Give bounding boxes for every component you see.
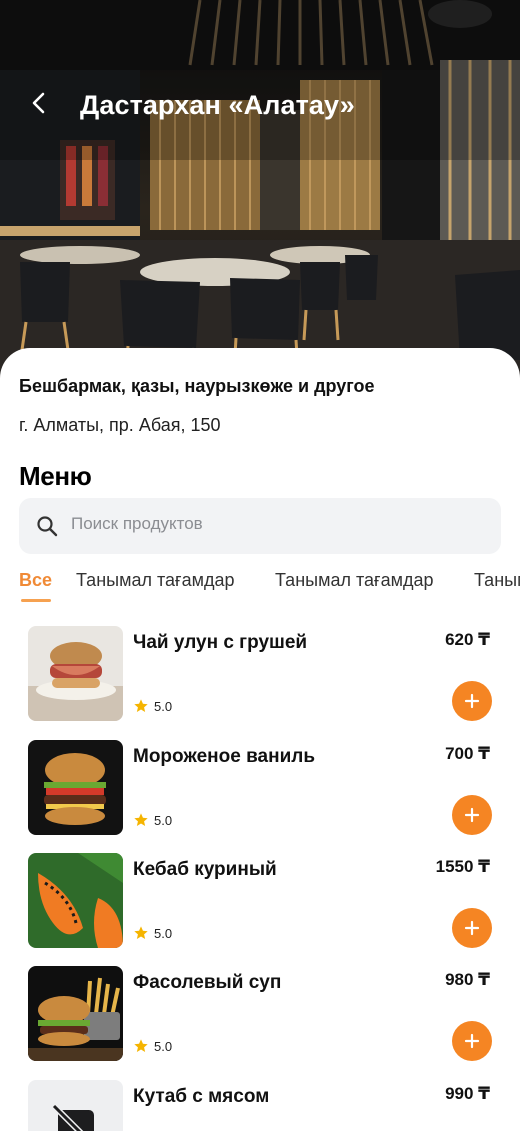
product-rating: 5.0: [133, 1038, 172, 1054]
product-price: 700 ₸: [445, 744, 490, 763]
plus-icon: [464, 807, 480, 823]
plus-icon: [464, 920, 480, 936]
active-tab-indicator: [21, 599, 51, 602]
no-image-icon: [51, 1103, 94, 1131]
chevron-left-icon: [32, 92, 45, 114]
product-price: 990 ₸: [445, 1084, 490, 1103]
cuisine-description: Бешбармак, қазы, наурызкөже и другое: [19, 376, 375, 396]
rating-value: 5.0: [154, 812, 173, 828]
menu-heading: Меню: [19, 461, 92, 491]
product-rating: 5.0: [133, 812, 172, 828]
tab-popular-dishes[interactable]: Танымал тағамдар: [474, 570, 520, 591]
rating-value: 5.0: [154, 698, 173, 714]
product-price: 620 ₸: [445, 630, 490, 649]
back-button[interactable]: [30, 92, 58, 120]
restaurant-address: г. Алматы, пр. Абая, 150: [19, 415, 221, 435]
tab-popular-dishes[interactable]: Танымал тағамдар: [76, 570, 235, 591]
plus-icon: [464, 1033, 480, 1049]
product-name: Фасолевый суп: [133, 972, 282, 993]
product-price: 980 ₸: [445, 970, 490, 989]
product-item[interactable]: Кутаб с мясом 990 ₸: [0, 1080, 520, 1131]
add-to-cart-button[interactable]: [452, 795, 492, 835]
plus-icon: [464, 693, 480, 709]
product-name: Мороженое ваниль: [133, 746, 316, 767]
product-name: Кутаб с мясом: [133, 1086, 270, 1107]
tab-all[interactable]: Все: [19, 570, 52, 591]
product-name: Кебаб куриный: [133, 859, 277, 880]
product-image: [28, 853, 123, 948]
product-item[interactable]: Чай улун с грушей 620 ₸ 5.0: [0, 626, 520, 726]
search-icon: [37, 516, 58, 537]
search-input[interactable]: Поиск продуктов: [19, 498, 501, 554]
category-tabs: Все Танымал тағамдар Танымал тағамдар Та…: [0, 570, 520, 606]
product-image: [28, 626, 123, 721]
product-item[interactable]: Кебаб куриный 1550 ₸ 5.0: [0, 853, 520, 953]
tab-popular-dishes[interactable]: Танымал тағамдар: [275, 570, 434, 591]
add-to-cart-button[interactable]: [452, 908, 492, 948]
product-name: Чай улун с грушей: [133, 632, 308, 653]
product-price: 1550 ₸: [435, 857, 490, 876]
rating-value: 5.0: [154, 925, 173, 941]
add-to-cart-button[interactable]: [452, 1021, 492, 1061]
product-item[interactable]: Мороженое ваниль 700 ₸ 5.0: [0, 740, 520, 840]
restaurant-interior-photo: [0, 0, 520, 380]
product-item[interactable]: Фасолевый суп 980 ₸ 5.0: [0, 966, 520, 1066]
restaurant-hero-image: Дастархан «Алатау»: [0, 0, 520, 380]
star-icon: [134, 699, 148, 712]
product-rating: 5.0: [133, 925, 172, 941]
restaurant-title: Дастархан «Алатау»: [80, 90, 355, 120]
top-bar: Дастархан «Алатау»: [0, 82, 520, 134]
star-icon: [134, 926, 148, 939]
star-icon: [134, 813, 148, 826]
product-image: [28, 740, 123, 835]
product-image: [28, 966, 123, 1061]
search-placeholder: Поиск продуктов: [71, 514, 203, 533]
add-to-cart-button[interactable]: [452, 681, 492, 721]
star-icon: [134, 1039, 148, 1052]
product-image-placeholder: [28, 1080, 123, 1131]
product-rating: 5.0: [133, 698, 172, 714]
rating-value: 5.0: [154, 1038, 173, 1054]
